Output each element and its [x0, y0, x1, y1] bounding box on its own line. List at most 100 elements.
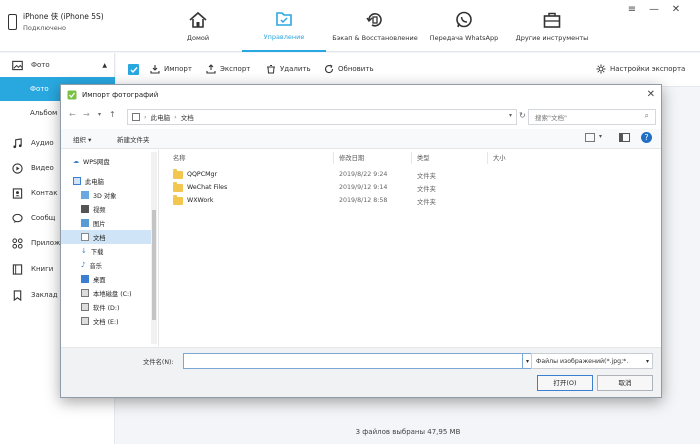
device-info[interactable]: iPhone 侠 (iPhone 5S) Подключено — [8, 11, 104, 32]
nav-home-label: Домой — [186, 34, 210, 42]
file-row[interactable]: WeChat Files 2019/9/12 9:14 文件夹 — [161, 182, 659, 195]
close-window-icon[interactable]: ✕ — [670, 4, 682, 16]
refresh-button[interactable]: Обновить — [324, 64, 374, 74]
file-row[interactable]: QQPCMgr 2019/8/22 9:24 文件夹 — [161, 169, 659, 182]
document-icon — [81, 233, 89, 241]
app-icon — [67, 90, 77, 100]
sidebar-item-label: Контак — [31, 189, 58, 197]
organize-button[interactable]: 组织 ▾ — [73, 134, 91, 144]
desktop-icon — [81, 275, 89, 283]
nav-scrollbar[interactable] — [151, 152, 157, 344]
preview-pane-icon[interactable] — [619, 133, 630, 142]
file-row[interactable]: WXWork 2019/8/12 8:58 文件夹 — [161, 195, 659, 208]
gear-icon — [596, 64, 606, 74]
device-name: iPhone 侠 (iPhone 5S) — [23, 12, 104, 21]
nav-whatsapp[interactable]: Передача WhatsApp — [426, 0, 502, 52]
book-icon — [12, 263, 23, 275]
open-button[interactable]: 打开(O) — [537, 375, 593, 391]
close-icon[interactable]: ✕ — [647, 89, 655, 100]
path-segment[interactable]: 此电脑 — [151, 112, 171, 122]
nav-item-label: WPS网盘 — [83, 158, 110, 166]
view-options-icon[interactable] — [585, 133, 595, 142]
recent-chevron-icon[interactable]: ▾ — [98, 111, 101, 118]
column-divider[interactable] — [411, 152, 412, 164]
dialog-bottom-area: 文件名(N): ▾ Файлы изображений(*.jpg;*. ▾ 打… — [61, 347, 661, 397]
nav-tools[interactable]: Другие инструменты — [512, 0, 592, 52]
nav-item-drive-c[interactable]: 本地磁盘 (C:) — [61, 286, 151, 300]
contacts-icon — [12, 187, 23, 199]
nav-item-desktop[interactable]: 桌面 — [61, 272, 151, 286]
menu-icon[interactable]: ≡ — [626, 4, 638, 16]
import-button[interactable]: Импорт — [150, 64, 192, 74]
new-folder-button[interactable]: 新建文件夹 — [117, 134, 150, 144]
sidebar-item-photo[interactable]: Фото ▲ — [0, 53, 115, 77]
photo-icon — [12, 60, 23, 70]
apps-icon — [12, 237, 23, 249]
export-settings-button[interactable]: Настройки экспорта — [596, 64, 685, 74]
backup-restore-icon — [366, 13, 382, 27]
view-chevron-icon[interactable]: ▾ — [599, 133, 602, 140]
nav-item-music[interactable]: ♪ 音乐 — [61, 258, 151, 272]
path-separator: › — [144, 113, 147, 121]
nav-manage-label: Управление — [263, 33, 305, 41]
phone-icon — [8, 13, 17, 30]
nav-item-label: 下载 — [90, 248, 104, 256]
path-segment[interactable]: 文档 — [181, 112, 194, 122]
help-icon[interactable]: ? — [641, 132, 652, 143]
refresh-label: Обновить — [338, 65, 374, 73]
refresh-icon[interactable]: ↻ — [519, 111, 526, 120]
export-button[interactable]: Экспорт — [206, 64, 250, 74]
nav-item-videos[interactable]: 视频 — [61, 202, 151, 216]
scrollbar-thumb[interactable] — [152, 210, 156, 320]
file-type: 文件夹 — [417, 199, 436, 206]
minimize-icon[interactable]: — — [648, 4, 660, 16]
column-divider[interactable] — [487, 152, 488, 164]
back-icon[interactable]: ← — [69, 110, 76, 119]
cancel-button[interactable]: 取消 — [597, 375, 653, 391]
nav-backup[interactable]: Бэкап & Восстановление — [330, 0, 420, 52]
search-placeholder: 搜索"文档" — [535, 114, 567, 122]
picture-icon — [81, 219, 89, 227]
select-all-checkbox[interactable] — [128, 64, 139, 75]
nav-item-this-pc[interactable]: 此电脑 — [61, 174, 151, 188]
dialog-title-bar: Импорт фотографий — [61, 85, 661, 105]
cloud-icon: ☁ — [73, 157, 79, 165]
sidebar-item-label: Аудио — [31, 139, 54, 147]
search-input[interactable]: 搜索"文档" ⌕ — [528, 109, 656, 125]
up-icon[interactable]: ↑ — [109, 110, 116, 119]
nav-item-documents[interactable]: 文档 — [61, 230, 151, 244]
folder-icon — [173, 195, 183, 205]
forward-icon[interactable]: → — [83, 110, 90, 119]
column-header-modified[interactable]: 修改日期 — [339, 153, 364, 162]
collapse-icon[interactable]: ▲ — [102, 62, 107, 69]
export-icon — [206, 64, 216, 74]
download-icon: ↓ — [81, 247, 87, 255]
nav-item-3d-objects[interactable]: 3D 对象 — [61, 188, 151, 202]
sidebar-item-label: Книги — [31, 265, 54, 273]
nav-item-downloads[interactable]: ↓ 下载 — [61, 244, 151, 258]
import-icon — [150, 65, 160, 74]
sidebar-item-label: Сообщ — [31, 214, 56, 222]
column-header-size[interactable]: 大小 — [493, 153, 506, 162]
nav-manage[interactable]: Управление — [242, 0, 326, 52]
folder-icon — [173, 169, 183, 179]
address-dropdown-icon[interactable]: ▾ — [509, 112, 512, 119]
sidebar-item-label: Прилож — [31, 239, 61, 247]
nav-item-drive-d[interactable]: 软件 (D:) — [61, 300, 151, 314]
column-header-name[interactable]: 名称 — [173, 153, 186, 162]
toolbox-icon — [543, 12, 561, 28]
folder-icon — [173, 182, 183, 192]
nav-item-drive-e[interactable]: 文档 (E:) — [61, 314, 151, 328]
nav-item-wps-cloud[interactable]: ☁ WPS网盘 — [61, 154, 151, 168]
file-type-filter[interactable]: Файлы изображений(*.jpg;*. ▾ — [531, 353, 653, 369]
nav-home[interactable]: Домой — [180, 0, 216, 52]
filename-input[interactable] — [183, 353, 523, 369]
column-header-type[interactable]: 类型 — [417, 153, 430, 162]
nav-item-label: 本地磁盘 (C:) — [93, 290, 132, 298]
delete-button[interactable]: Удалить — [266, 64, 311, 74]
nav-item-label: 图片 — [93, 220, 106, 228]
file-type: 文件夹 — [417, 186, 436, 193]
address-bar[interactable]: › 此电脑 › 文档 ▾ — [127, 109, 517, 125]
column-divider[interactable] — [333, 152, 334, 164]
nav-item-pictures[interactable]: 图片 — [61, 216, 151, 230]
